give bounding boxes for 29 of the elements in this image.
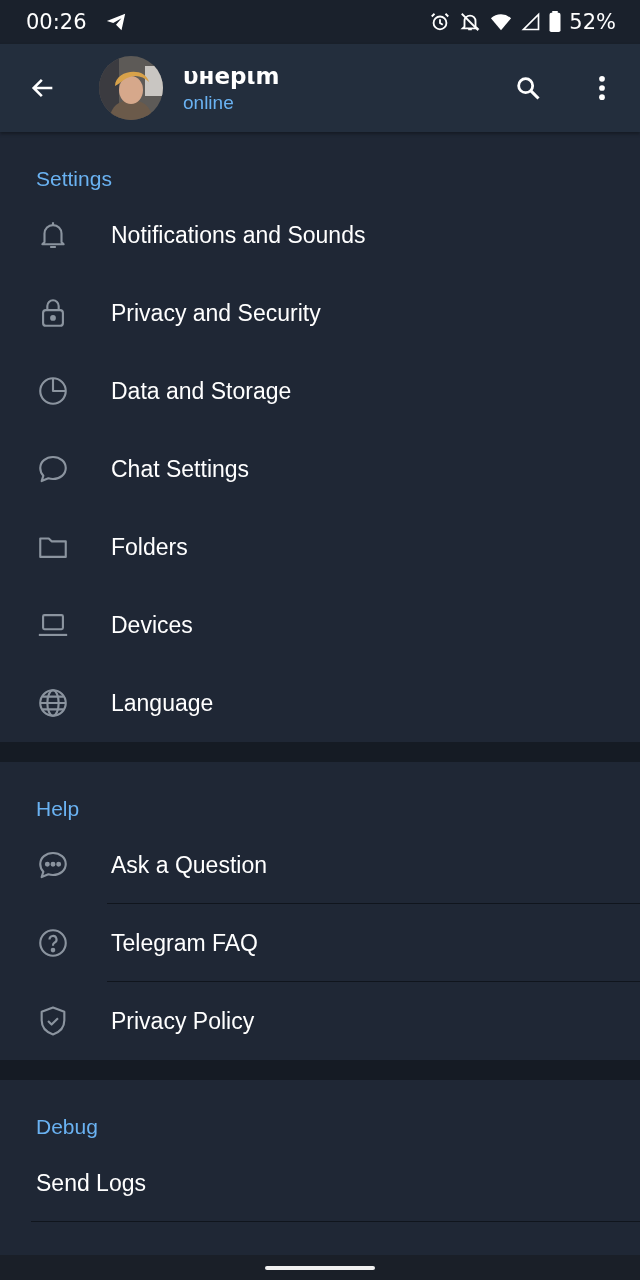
section-title: Settings [36,167,112,190]
battery-percent: 52% [569,10,616,34]
more-icon [599,76,605,100]
settings-row[interactable]: Folders [0,508,640,586]
settings-row[interactable]: Notifications and Sounds [0,196,640,274]
battery-icon [549,11,562,33]
settings-row[interactable]: Language [0,664,640,742]
settings-row[interactable]: Ask a Question [0,826,640,904]
profile-status: online [183,91,235,114]
wifi-icon [489,11,514,33]
profile-name: υнepιm [183,62,280,89]
settings-row[interactable]: Devices [0,586,640,664]
settings-row[interactable]: Send Logs [0,1144,640,1222]
status-time: 00:26 [26,10,87,34]
section-title: Debug [36,1115,98,1138]
section-title: Help [36,797,80,820]
settings-row[interactable]: Telegram FAQ [0,904,640,982]
bell-off-icon [459,11,482,33]
home-indicator[interactable] [265,1265,375,1270]
settings-row[interactable]: Privacy and Security [0,274,640,352]
pie-chart-icon [36,374,70,408]
globe-icon [36,686,70,720]
signal-icon [521,11,542,33]
settings-row[interactable]: Chat Settings [0,430,640,508]
question-icon [36,926,70,960]
settings-row[interactable]: Data and Storage [0,352,640,430]
settings-row[interactable]: Privacy Policy [0,982,640,1060]
search-icon [514,74,542,102]
alarm-icon [429,11,452,33]
